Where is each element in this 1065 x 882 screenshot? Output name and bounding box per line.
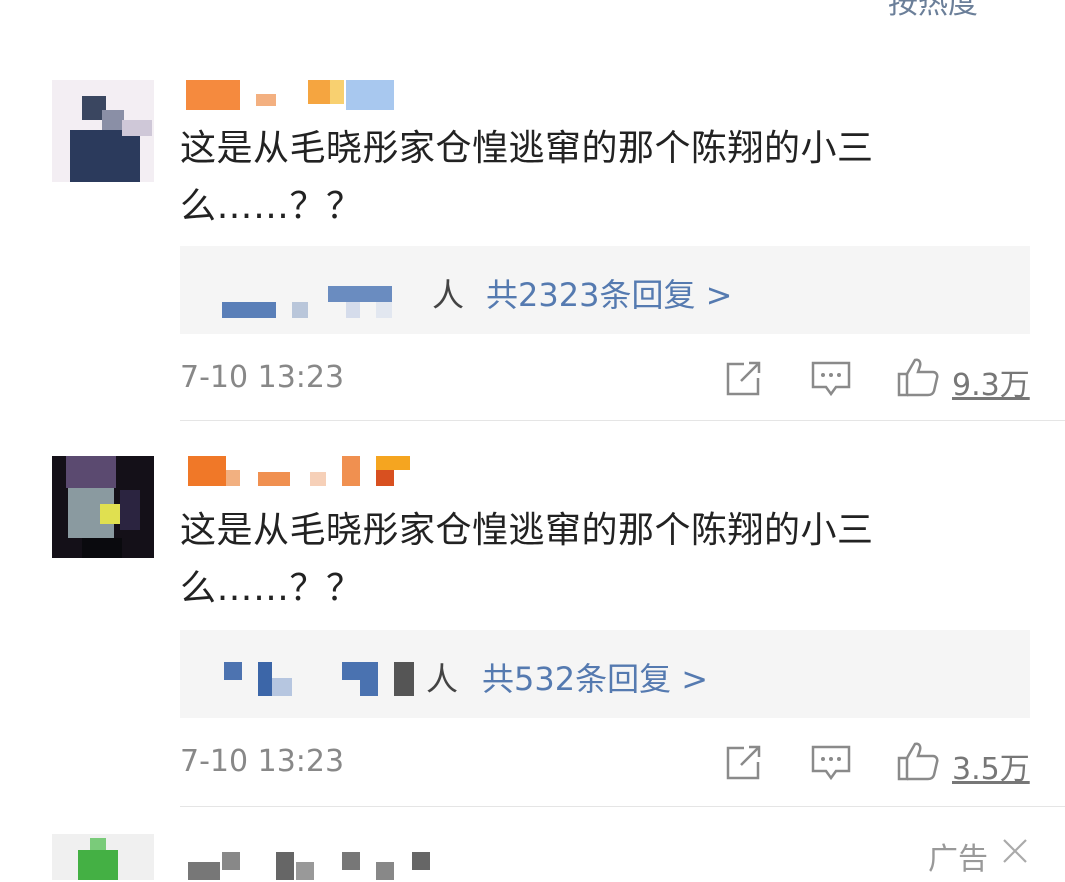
comment-timestamp: 7-10 13:23 — [180, 744, 345, 779]
comment-text-line: 这是从毛晓彤家仓惶逃窜的那个陈翔的小三 — [180, 510, 874, 551]
avatar[interactable] — [52, 456, 154, 558]
ad-label: 广告 — [928, 842, 988, 877]
ad-avatar[interactable] — [52, 834, 154, 880]
divider — [180, 806, 1065, 807]
comment-text-line: 么……？？ — [180, 568, 363, 609]
comment-item: 这是从毛晓彤家仓惶逃窜的那个陈翔的小三 么……？？ 人 共532条回复 > 7-… — [0, 0, 1065, 810]
share-icon[interactable] — [724, 744, 764, 786]
reply-count-link[interactable]: 共532条回复 > — [482, 654, 708, 700]
comment-text[interactable]: 这是从毛晓彤家仓惶逃窜的那个陈翔的小三 么……？？ — [180, 502, 940, 618]
thumbs-up-icon[interactable] — [896, 740, 940, 786]
username-pixelated[interactable] — [186, 456, 416, 486]
ad-username-pixelated[interactable] — [186, 852, 430, 882]
comment-icon[interactable] — [810, 744, 852, 786]
ad-item — [0, 820, 1065, 880]
reply-preview-box[interactable]: 人 共532条回复 > — [180, 630, 1030, 718]
close-icon[interactable] — [1000, 836, 1030, 870]
like-count[interactable]: 3.5万 — [952, 744, 1030, 788]
reply-participants-text: 人 — [426, 660, 459, 698]
